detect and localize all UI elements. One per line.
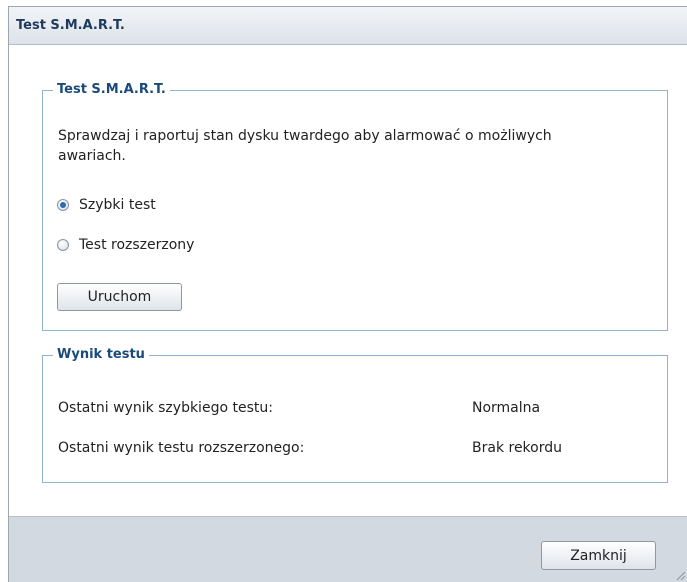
- dialog-titlebar[interactable]: Test S.M.A.R.T.: [9, 7, 687, 45]
- extended-result-value: Brak rekordu: [472, 440, 563, 456]
- test-result-group: Wynik testu Ostatni wynik szybkiego test…: [42, 346, 668, 483]
- quick-result-value: Normalna: [472, 400, 541, 416]
- extended-test-option[interactable]: Test rozszerzony: [57, 237, 194, 253]
- extended-test-label: Test rozszerzony: [79, 237, 195, 253]
- dialog-footer: Zamknij: [9, 516, 687, 582]
- quick-result-label: Ostatni wynik szybkiego testu:: [58, 400, 273, 416]
- quick-test-radio[interactable]: [57, 199, 69, 211]
- smart-test-group: Test S.M.A.R.T. Sprawdzaj i raportuj sta…: [42, 81, 668, 331]
- quick-test-option[interactable]: Szybki test: [57, 197, 156, 213]
- quick-test-label: Szybki test: [79, 197, 156, 213]
- extended-test-radio[interactable]: [57, 239, 69, 251]
- smart-test-legend: Test S.M.A.R.T.: [53, 81, 170, 99]
- extended-result-label: Ostatni wynik testu rozszerzonego:: [58, 440, 305, 456]
- dialog-title: Test S.M.A.R.T.: [16, 18, 125, 33]
- close-button[interactable]: Zamknij: [541, 541, 656, 570]
- run-button[interactable]: Uruchom: [57, 283, 182, 311]
- test-result-legend: Wynik testu: [53, 346, 149, 364]
- resize-grip-icon[interactable]: [674, 569, 686, 581]
- smart-test-dialog: Test S.M.A.R.T. Test S.M.A.R.T. Sprawdza…: [8, 6, 687, 582]
- smart-test-description: Sprawdzaj i raportuj stan dysku twardego…: [58, 128, 552, 164]
